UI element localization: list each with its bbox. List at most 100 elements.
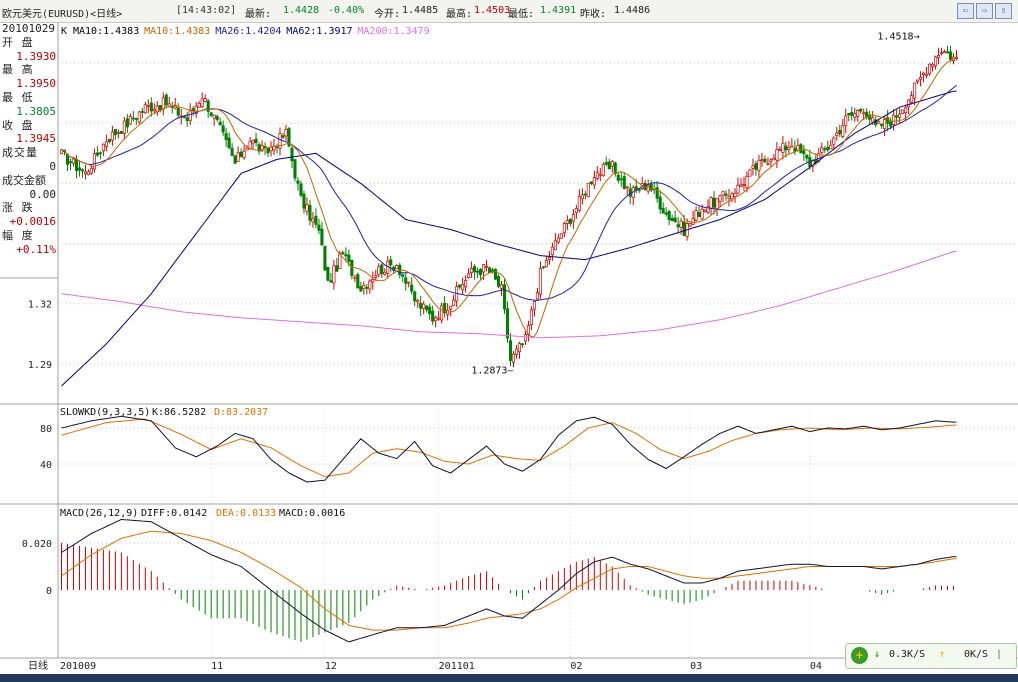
candle-body [80, 169, 84, 172]
candle-body [610, 161, 614, 167]
macd-histogram [60, 542, 955, 642]
candle-body [344, 254, 348, 257]
candle-body [709, 197, 713, 209]
candle-body [440, 305, 444, 321]
candle-body [419, 302, 423, 309]
candle-body [658, 196, 662, 210]
candle-body [233, 155, 237, 164]
candle-body [757, 159, 761, 171]
candle-body [835, 132, 839, 136]
candle-body [838, 129, 842, 135]
candle-body [113, 129, 117, 136]
candle-body [362, 285, 366, 290]
candle-body [188, 110, 192, 122]
candle-body [904, 107, 908, 113]
candle-body [853, 113, 857, 118]
candle-body [520, 343, 525, 346]
price-tick-label: 1.32 [28, 300, 52, 311]
candle-body [365, 287, 369, 289]
candle-body [505, 308, 510, 339]
info-open-label: 开 盘 [2, 35, 34, 49]
macd-tick-label: 0 [46, 586, 52, 597]
candle-body [928, 63, 932, 75]
candle-body [535, 292, 539, 300]
candle-body [586, 182, 590, 198]
candle-body [176, 107, 180, 116]
candle-body [574, 208, 578, 213]
candle-body [314, 215, 318, 225]
price-legend-ma200: MA200:1.3479 [357, 26, 429, 37]
candle-body [703, 209, 707, 212]
candle-body [931, 63, 935, 68]
candle-body [431, 310, 435, 322]
plus-icon[interactable]: + [851, 647, 868, 664]
candle-body [239, 151, 243, 157]
candle-body [829, 144, 833, 150]
candle-body [733, 192, 737, 197]
candle-body [134, 118, 138, 120]
candle-body [473, 266, 477, 273]
candle-body [125, 118, 129, 128]
candle-body [236, 152, 240, 162]
candle-body [715, 198, 719, 209]
candle-body [122, 120, 126, 134]
candle-body [775, 149, 779, 161]
kd-tick-label: 40 [40, 460, 52, 471]
candle-body [502, 284, 507, 310]
candle-body [368, 280, 372, 290]
candle-body [74, 159, 79, 171]
x-axis-label: 12 [325, 661, 337, 672]
low-annotation: 1.2873— [471, 365, 514, 376]
candle-body [889, 121, 893, 127]
candle-body [763, 158, 767, 163]
candle-body [832, 137, 836, 145]
candle-body [880, 123, 884, 127]
candle-body [200, 98, 204, 107]
candle-body [553, 240, 557, 251]
candle-body [83, 171, 87, 175]
candle-body [449, 305, 453, 310]
candle-body [218, 121, 222, 126]
candle-body [467, 273, 471, 278]
candle-body [901, 109, 905, 114]
candle-body [916, 79, 920, 82]
candle-body [140, 111, 144, 113]
candle-body [742, 184, 746, 186]
macd-diff-value: DIFF:0.0142 [141, 508, 207, 519]
candle-body [541, 266, 545, 268]
x-axis-label: 04 [810, 661, 822, 672]
candle-body [727, 196, 731, 199]
candle-body [508, 340, 513, 361]
info-change-value: +0.0016 [9, 215, 56, 229]
candle-body [482, 264, 486, 273]
upload-speed: 0K/S [964, 649, 989, 660]
candles [59, 45, 959, 368]
candle-body [697, 212, 701, 217]
candle-body [562, 223, 566, 233]
candle-body [416, 300, 420, 303]
price-legend-prefix: K [61, 26, 67, 37]
candle-body [101, 143, 105, 152]
candle-body [664, 212, 668, 215]
candle-body [329, 280, 333, 283]
candle-body [251, 140, 255, 144]
candle-body [595, 172, 599, 179]
network-speed-widget[interactable]: + ↓ 0.3K/S ↑ 0K/S | [845, 643, 1017, 669]
candle-body [185, 117, 189, 121]
macd-value: MACD:0.0016 [279, 508, 345, 519]
candle-body [682, 221, 686, 236]
candle-body [936, 55, 941, 58]
candle-body [332, 265, 336, 284]
candle-body [152, 109, 156, 112]
candle-body [479, 269, 483, 276]
candle-body [925, 73, 929, 76]
candle-body [356, 274, 360, 289]
candle-body [748, 169, 752, 177]
candle-body [745, 176, 749, 188]
candle-body [311, 218, 315, 223]
candle-body [676, 224, 680, 228]
candle-body [580, 194, 584, 200]
candle-body [721, 191, 725, 196]
candle-body [341, 252, 345, 255]
price-legend-ma10: MA10:1.4383 [144, 26, 210, 37]
